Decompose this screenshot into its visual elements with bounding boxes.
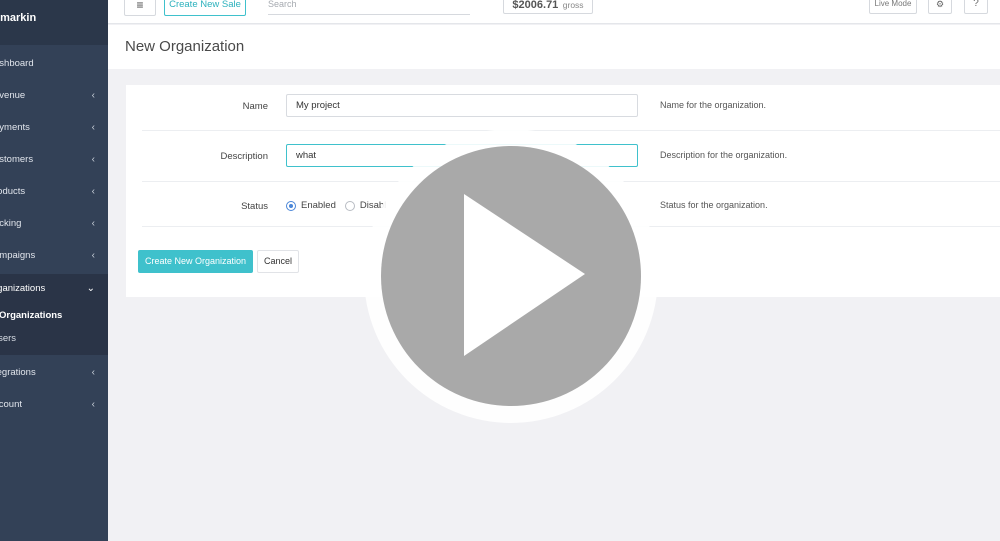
menu-icon: ≡ — [136, 0, 144, 12]
chevron-left-icon: ‹ — [91, 249, 95, 261]
description-help-text: Description for the organization. — [660, 150, 788, 160]
brand-name: markin — [0, 0, 108, 45]
sidebar-item-label: ayments — [0, 121, 30, 133]
status-enabled-radio[interactable] — [286, 200, 296, 211]
sidebar-item-integrations[interactable]: tegrations ‹ — [0, 361, 108, 383]
status-help-text: Status for the organization. — [660, 200, 768, 210]
chevron-left-icon: ‹ — [91, 398, 95, 410]
page-title: New Organization — [125, 38, 245, 55]
gross-suffix: gross — [562, 0, 584, 10]
sidebar-item-label: roducts — [0, 185, 26, 197]
create-organization-button[interactable]: Create New Organization — [138, 250, 253, 273]
sidebar-item-label: rganizations — [0, 283, 46, 294]
chevron-left-icon: ‹ — [91, 185, 95, 197]
status-enabled-label: Enabled — [301, 200, 336, 211]
chevron-left-icon: ‹ — [91, 89, 95, 101]
sidebar-item-customers[interactable]: ustomers ‹ — [0, 148, 108, 170]
description-label: Description — [220, 151, 268, 162]
menu-button[interactable]: ≡ — [124, 0, 156, 16]
sidebar-item-account[interactable]: ccount ‹ — [0, 393, 108, 415]
name-input[interactable] — [286, 94, 638, 117]
top-bar: ≡ Create New Sale $2006.71 gross Live Mo… — [108, 0, 1000, 24]
sidebar-item-label: evenue — [0, 89, 26, 101]
sidebar-subnav: Organizations lsers — [0, 303, 108, 355]
help-button[interactable]: ? — [964, 0, 988, 14]
page-header: New Organization — [108, 25, 1000, 69]
search-input[interactable] — [268, 0, 470, 15]
chevron-left-icon: ‹ — [91, 217, 95, 229]
settings-button[interactable]: ⚙ — [928, 0, 952, 14]
sidebar-item-tracking[interactable]: acking ‹ — [0, 212, 108, 234]
help-icon: ? — [973, 0, 979, 9]
name-label: Name — [242, 101, 268, 112]
sidebar-item-campaigns[interactable]: ampaigns ‹ — [0, 244, 108, 266]
sidebar-item-label: ampaigns — [0, 249, 36, 261]
sidebar-item-revenue[interactable]: evenue ‹ — [0, 84, 108, 106]
gross-total-badge: $2006.71 gross — [503, 0, 593, 14]
status-label: Status — [241, 201, 268, 212]
sidebar-item-label: ustomers — [0, 153, 34, 165]
sidebar-item-label: tegrations — [0, 366, 36, 378]
sidebar-item-label: ashboard — [0, 57, 34, 69]
sidebar-subitem-organizations[interactable]: Organizations — [0, 310, 62, 321]
gear-icon: ⚙ — [935, 0, 945, 9]
sidebar-item-label: ccount — [0, 398, 22, 410]
sidebar-item-payments[interactable]: ayments ‹ — [0, 116, 108, 138]
sidebar-item-dashboard[interactable]: ashboard — [0, 52, 108, 74]
chevron-left-icon: ‹ — [91, 121, 95, 133]
name-help-text: Name for the organization. — [660, 100, 767, 110]
sidebar-item-products[interactable]: roducts ‹ — [0, 180, 108, 202]
play-button[interactable] — [364, 129, 658, 423]
sidebar-item-organizations[interactable]: rganizations ⌄ — [0, 274, 108, 303]
create-sale-button[interactable]: Create New Sale — [164, 0, 246, 16]
chevron-left-icon: ‹ — [91, 366, 95, 378]
sidebar-subitem-users[interactable]: lsers — [0, 333, 16, 344]
sidebar-item-label: acking — [0, 217, 22, 229]
status-disabled-radio[interactable] — [344, 200, 355, 211]
chevron-down-icon: ⌄ — [86, 283, 95, 294]
sidebar: markin ashboard evenue ‹ ayments ‹ ustom… — [0, 0, 108, 541]
chevron-left-icon: ‹ — [91, 153, 95, 165]
live-mode-button[interactable]: Live Mode — [869, 0, 917, 14]
cancel-button[interactable]: Cancel — [257, 250, 299, 273]
gross-amount: $2006.71 — [512, 0, 559, 11]
